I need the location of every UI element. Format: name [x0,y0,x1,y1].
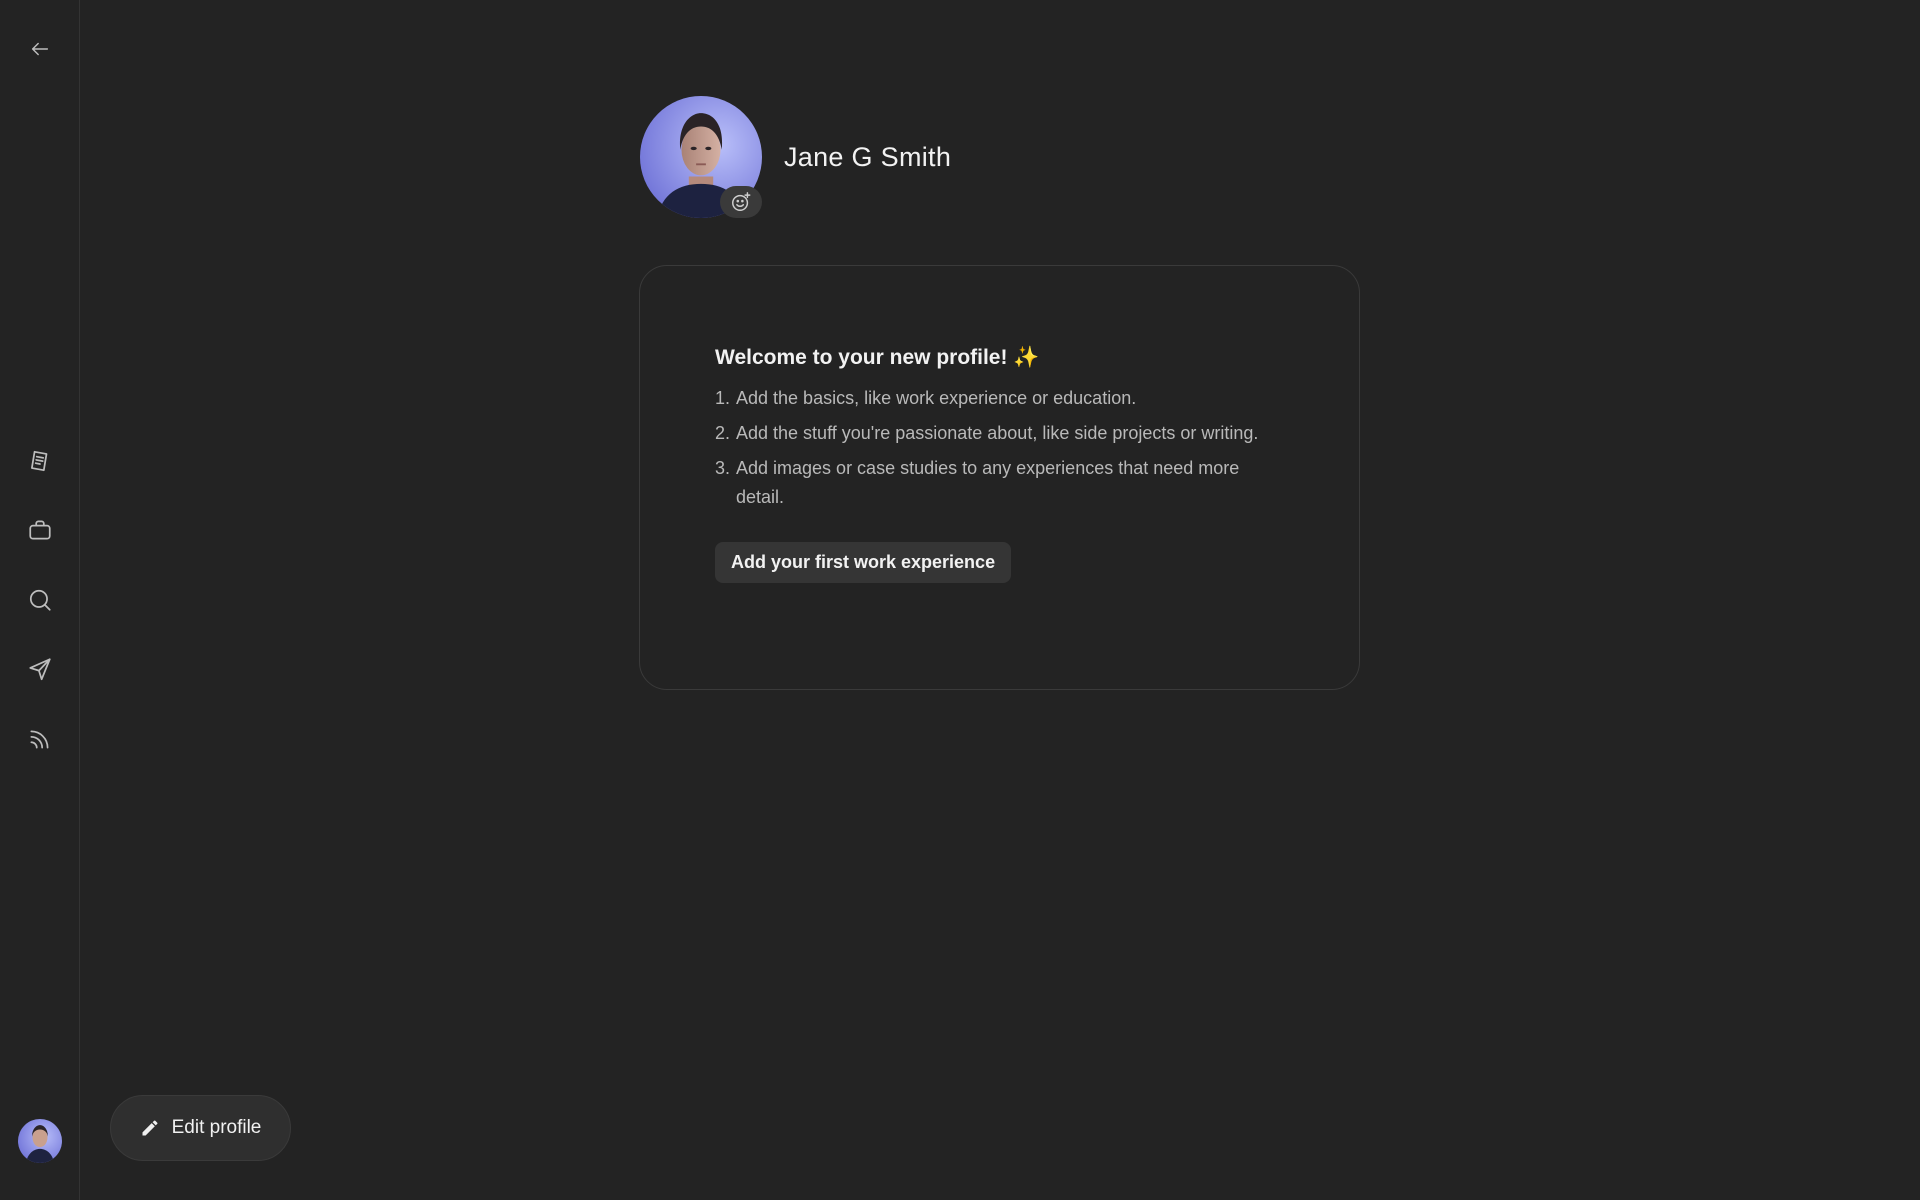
welcome-card: Welcome to your new profile! ✨ 1. Add th… [639,265,1360,690]
back-arrow-icon[interactable] [26,35,54,63]
search-icon[interactable] [26,586,54,614]
profile-name: Jane G Smith [784,141,952,172]
send-icon[interactable] [26,655,54,683]
sidebar [0,0,80,1200]
document-icon[interactable] [26,447,54,475]
onboarding-steps: 1. Add the basics, like work experience … [715,384,1284,512]
profile-header: Jane G Smith [640,96,951,218]
edit-profile-label: Edit profile [171,1117,262,1138]
welcome-title-text: Welcome to your new profile! [715,346,1008,369]
sparkles-icon: ✨ [1013,346,1040,369]
edit-profile-button[interactable]: Edit profile [110,1095,291,1161]
briefcase-icon[interactable] [26,516,54,544]
user-avatar[interactable] [18,1119,62,1163]
pencil-icon [142,1120,158,1136]
welcome-title: Welcome to your new profile! ✨ [715,346,1284,370]
list-item: 3. Add images or case studies to any exp… [715,458,1240,507]
feed-icon[interactable] [26,725,54,753]
list-item: 1. Add the basics, like work experience … [715,388,1137,408]
add-emoji-icon [732,192,751,211]
list-item: 2. Add the stuff you're passionate about… [715,423,1259,443]
add-emoji-button[interactable] [720,186,762,218]
add-work-experience-button[interactable]: Add your first work experience [715,542,1012,583]
